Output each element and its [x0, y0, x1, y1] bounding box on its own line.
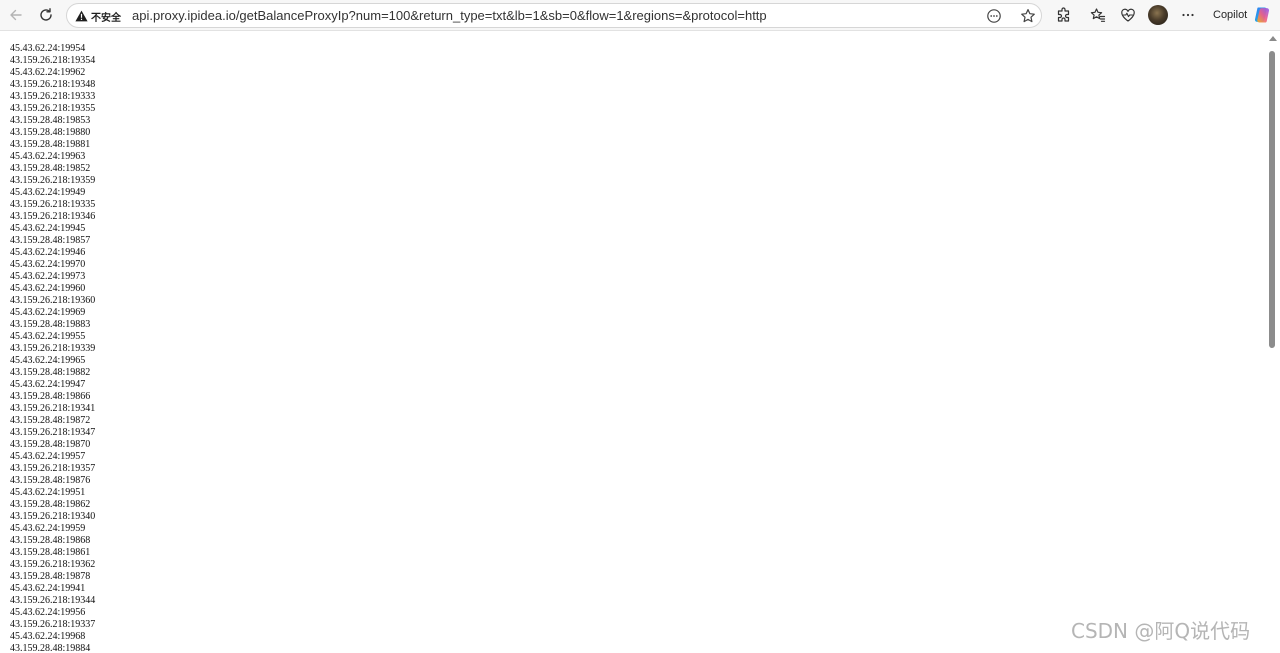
- proxy-entry: 45.43.62.24:19973: [10, 271, 86, 282]
- back-button[interactable]: [3, 3, 29, 27]
- proxy-entry: 43.159.26.218:19339: [10, 343, 96, 354]
- browser-window: 不安全 api.proxy.ipidea.io/getBalanceProxyI…: [0, 0, 1280, 653]
- more-button[interactable]: [1175, 3, 1201, 27]
- proxy-entry: 43.159.28.48:19866: [10, 391, 91, 402]
- proxy-entry: 43.159.26.218:19344: [10, 595, 96, 606]
- proxy-entry: 43.159.28.48:19870: [10, 439, 91, 450]
- proxy-entry: 45.43.62.24:19968: [10, 631, 86, 642]
- security-label: 不安全: [91, 12, 121, 24]
- browser-essentials-icon: [1121, 8, 1135, 22]
- copilot-label[interactable]: Copilot: [1213, 8, 1247, 22]
- proxy-entry: 43.159.28.48:19880: [10, 127, 91, 138]
- proxy-entry: 45.43.62.24:19954: [10, 43, 86, 54]
- scrollbar-thumb[interactable]: [1269, 51, 1275, 348]
- proxy-entry: 45.43.62.24:19941: [10, 583, 86, 594]
- proxy-entry: 43.159.26.218:19359: [10, 175, 96, 186]
- proxy-entry: 43.159.28.48:19862: [10, 499, 91, 510]
- proxy-entry: 45.43.62.24:19945: [10, 223, 86, 234]
- browser-essentials-button[interactable]: [1115, 3, 1141, 27]
- proxy-entry: 45.43.62.24:19947: [10, 379, 86, 390]
- read-aloud-button[interactable]: [984, 6, 1004, 25]
- address-bar[interactable]: 不安全 api.proxy.ipidea.io/getBalanceProxyI…: [66, 3, 1042, 28]
- proxy-entry: 43.159.28.48:19852: [10, 163, 91, 174]
- profile-avatar[interactable]: [1148, 5, 1168, 25]
- proxy-entry: 43.159.26.218:19362: [10, 559, 96, 570]
- proxy-entry: 45.43.62.24:19970: [10, 259, 86, 270]
- site-info-button[interactable]: 不安全: [75, 9, 121, 24]
- add-favorite-button[interactable]: [1018, 6, 1038, 25]
- browser-toolbar: 不安全 api.proxy.ipidea.io/getBalanceProxyI…: [0, 0, 1280, 31]
- reload-icon: [40, 8, 52, 21]
- watermark: CSDN @阿Q说代码: [1071, 619, 1251, 643]
- proxy-entry: 43.159.26.218:19333: [10, 91, 96, 102]
- favorites-button[interactable]: [1085, 3, 1111, 27]
- proxy-entry: 43.159.26.218:19340: [10, 511, 96, 522]
- proxy-entry: 43.159.26.218:19341: [10, 403, 96, 414]
- proxy-entry: 45.43.62.24:19963: [10, 151, 86, 162]
- proxy-entry: 43.159.26.218:19355: [10, 103, 96, 114]
- proxy-entry: 43.159.28.48:19861: [10, 547, 91, 558]
- proxy-entry: 45.43.62.24:19965: [10, 355, 86, 366]
- proxy-entry: 43.159.28.48:19878: [10, 571, 91, 582]
- proxy-entry: 43.159.26.218:19335: [10, 199, 96, 210]
- proxy-entry: 43.159.26.218:19357: [10, 463, 96, 474]
- proxy-entry: 45.43.62.24:19969: [10, 307, 86, 318]
- back-icon: [10, 9, 22, 21]
- proxy-entry: 43.159.28.48:19881: [10, 139, 91, 150]
- proxy-entry: 43.159.28.48:19876: [10, 475, 91, 486]
- page-content: 45.43.62.24:19954 43.159.26.218:19354 45.4…: [0, 31, 1266, 653]
- extensions-button[interactable]: [1051, 3, 1077, 27]
- url-text[interactable]: api.proxy.ipidea.io/getBalanceProxyIp?nu…: [132, 7, 767, 24]
- proxy-entry: 45.43.62.24:19960: [10, 283, 86, 294]
- copilot-icon[interactable]: [1252, 5, 1272, 25]
- scroll-up-arrow-icon[interactable]: [1269, 36, 1277, 41]
- proxy-entry: 45.43.62.24:19957: [10, 451, 86, 462]
- proxy-entry: 43.159.28.48:19857: [10, 235, 91, 246]
- proxy-entry: 43.159.28.48:19872: [10, 415, 91, 426]
- proxy-entry: 45.43.62.24:19955: [10, 331, 86, 342]
- proxy-entry: 43.159.28.48:19882: [10, 367, 91, 378]
- proxy-entry: 43.159.28.48:19853: [10, 115, 91, 126]
- proxy-entry: 43.159.26.218:19346: [10, 211, 96, 222]
- proxy-entry: 43.159.26.218:19354: [10, 55, 96, 66]
- more-icon: [1182, 13, 1194, 17]
- proxy-entry: 45.43.62.24:19959: [10, 523, 86, 534]
- favorites-icon: [1090, 8, 1106, 22]
- proxy-entry: 45.43.62.24:19949: [10, 187, 86, 198]
- proxy-list: 45.43.62.24:19954 43.159.26.218:19354 45.4…: [10, 43, 95, 653]
- proxy-entry: 45.43.62.24:19962: [10, 67, 86, 78]
- favorite-star-icon: [1021, 8, 1035, 22]
- proxy-entry: 43.159.26.218:19348: [10, 79, 96, 90]
- proxy-entry: 43.159.28.48:19884: [10, 643, 91, 653]
- proxy-entry: 43.159.26.218:19337: [10, 619, 96, 630]
- read-aloud-icon: [987, 8, 1001, 23]
- proxy-entry: 43.159.26.218:19347: [10, 427, 96, 438]
- reload-button[interactable]: [33, 3, 59, 27]
- warning-icon: [75, 10, 88, 22]
- proxy-entry: 45.43.62.24:19956: [10, 607, 86, 618]
- vertical-scrollbar[interactable]: [1266, 31, 1280, 653]
- proxy-entry: 43.159.28.48:19868: [10, 535, 91, 546]
- extensions-icon: [1057, 7, 1070, 22]
- proxy-entry: 43.159.28.48:19883: [10, 319, 91, 330]
- proxy-entry: 45.43.62.24:19946: [10, 247, 86, 258]
- proxy-entry: 45.43.62.24:19951: [10, 487, 86, 498]
- proxy-entry: 43.159.26.218:19360: [10, 295, 96, 306]
